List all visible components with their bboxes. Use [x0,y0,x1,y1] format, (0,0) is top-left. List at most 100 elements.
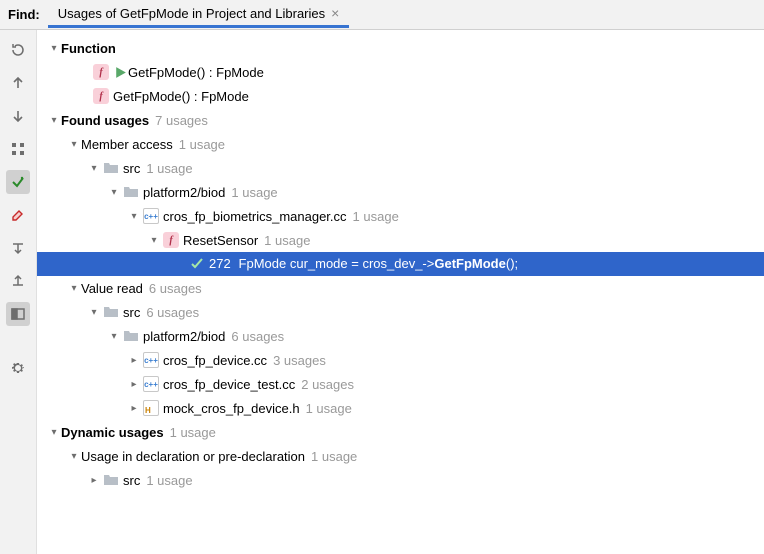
usage-count: 3 usages [273,353,326,368]
node-label: src [123,473,140,488]
cpp-file-icon: c++ [141,376,161,392]
chevron-down-icon[interactable]: ▾ [107,187,121,198]
tree-node-member-access[interactable]: ▾ Member access 1 usage [37,132,764,156]
chevron-down-icon[interactable]: ▾ [107,331,121,342]
usage-count: 1 usage [353,209,399,224]
usage-count: 6 usages [149,281,202,296]
chevron-right-icon[interactable]: ▸ [127,379,141,390]
chevron-down-icon[interactable]: ▾ [47,43,61,54]
cpp-file-icon: c++ [141,208,161,224]
collapse-icon[interactable] [6,269,30,293]
tree-node-function-item[interactable]: f GetFpMode() : FpMode [37,60,764,84]
tree-node-file[interactable]: ▸ c++ cros_fp_device.cc 3 usages [37,348,764,372]
chevron-down-icon[interactable]: ▾ [47,115,61,126]
node-label: src [123,305,140,320]
tree-node-file[interactable]: ▸ c++ cros_fp_device_test.cc 2 usages [37,372,764,396]
node-label: platform2/biod [143,185,225,200]
node-label: Function [61,41,116,56]
function-icon: f [91,64,111,80]
node-label: Value read [81,281,143,296]
chevron-right-icon[interactable]: ▸ [87,475,101,486]
tree-node-declaration[interactable]: ▾ Usage in declaration or pre-declaratio… [37,444,764,468]
usage-count: 1 usage [146,161,192,176]
show-write-icon[interactable] [6,203,30,227]
tree-node-file[interactable]: ▸ H mock_cros_fp_device.h 1 usage [37,396,764,420]
chevron-down-icon[interactable]: ▾ [87,163,101,174]
node-label: Dynamic usages [61,425,164,440]
usage-count: 1 usage [179,137,225,152]
tree-node-src[interactable]: ▸ src 1 usage [37,468,764,492]
usage-read-icon [187,257,207,271]
tree-node-dynamic-usages[interactable]: ▾ Dynamic usages 1 usage [37,420,764,444]
usage-count: 1 usage [170,425,216,440]
usage-count: 1 usage [146,473,192,488]
down-arrow-icon[interactable] [6,104,30,128]
chevron-down-icon[interactable]: ▾ [47,427,61,438]
usage-count: 6 usages [231,329,284,344]
node-label: platform2/biod [143,329,225,344]
tree-node-found-usages[interactable]: ▾ Found usages 7 usages [37,108,764,132]
chevron-right-icon[interactable]: ▸ [127,403,141,414]
tree-node-function-item[interactable]: f GetFpMode() : FpMode [37,84,764,108]
usage-count: 1 usage [231,185,277,200]
cpp-file-icon: c++ [141,352,161,368]
usage-count: 1 usage [306,401,352,416]
preview-icon[interactable] [6,302,30,326]
node-label: GetFpMode() : FpMode [113,89,249,104]
rerun-icon[interactable] [6,38,30,62]
node-label: cros_fp_biometrics_manager.cc [163,209,347,224]
folder-icon [101,472,121,488]
function-icon: f [91,88,111,104]
tree-node-func[interactable]: ▾ f ResetSensor 1 usage [37,228,764,252]
usage-count: 1 usage [311,449,357,464]
tree-node-function[interactable]: ▾ Function [37,36,764,60]
node-label: cros_fp_device.cc [163,353,267,368]
results-tree[interactable]: ▾ Function f GetFpMode() : FpMode f GetF… [37,30,764,554]
usage-count: 2 usages [301,377,354,392]
up-arrow-icon[interactable] [6,71,30,95]
node-label: Found usages [61,113,149,128]
folder-icon [101,304,121,320]
usage-count: 1 usage [264,233,310,248]
usage-count: 6 usages [146,305,199,320]
tree-node-file[interactable]: ▾ c++ cros_fp_biometrics_manager.cc 1 us… [37,204,764,228]
chevron-down-icon[interactable]: ▾ [67,139,81,150]
usage-count: 7 usages [155,113,208,128]
node-label: Usage in declaration or pre-declaration [81,449,305,464]
tree-node-src[interactable]: ▾ src 6 usages [37,300,764,324]
settings-icon[interactable] [6,356,30,380]
find-label: Find: [0,7,48,22]
tree-node-package[interactable]: ▾ platform2/biod 1 usage [37,180,764,204]
find-header: Find: Usages of GetFpMode in Project and… [0,0,764,30]
close-icon[interactable]: × [331,5,339,21]
function-icon: f [161,232,181,248]
show-read-icon[interactable] [6,170,30,194]
node-label: Member access [81,137,173,152]
h-file-icon: H [141,400,161,416]
chevron-down-icon[interactable]: ▾ [147,235,161,246]
toolbar [0,30,37,554]
node-label: cros_fp_device_test.cc [163,377,295,392]
tree-node-src[interactable]: ▾ src 1 usage [37,156,764,180]
folder-icon [121,328,141,344]
node-label: ResetSensor [183,233,258,248]
node-label: GetFpMode() : FpMode [128,65,264,80]
chevron-right-icon[interactable]: ▸ [127,355,141,366]
chevron-down-icon[interactable]: ▾ [87,307,101,318]
find-tab[interactable]: Usages of GetFpMode in Project and Libra… [48,1,350,28]
run-icon [113,65,128,79]
chevron-down-icon[interactable]: ▾ [67,451,81,462]
node-label: mock_cros_fp_device.h [163,401,300,416]
group-icon[interactable] [6,137,30,161]
tab-title: Usages of GetFpMode in Project and Libra… [58,6,325,21]
code-line: 272 FpMode cur_mode = cros_dev_->GetFpMo… [209,256,518,272]
tree-node-package[interactable]: ▾ platform2/biod 6 usages [37,324,764,348]
expand-icon[interactable] [6,236,30,260]
tree-node-value-read[interactable]: ▾ Value read 6 usages [37,276,764,300]
chevron-down-icon[interactable]: ▾ [127,211,141,222]
chevron-down-icon[interactable]: ▾ [67,283,81,294]
folder-icon [101,160,121,176]
folder-icon [121,184,141,200]
node-label: src [123,161,140,176]
tree-node-usage-line[interactable]: 272 FpMode cur_mode = cros_dev_->GetFpMo… [37,252,764,276]
